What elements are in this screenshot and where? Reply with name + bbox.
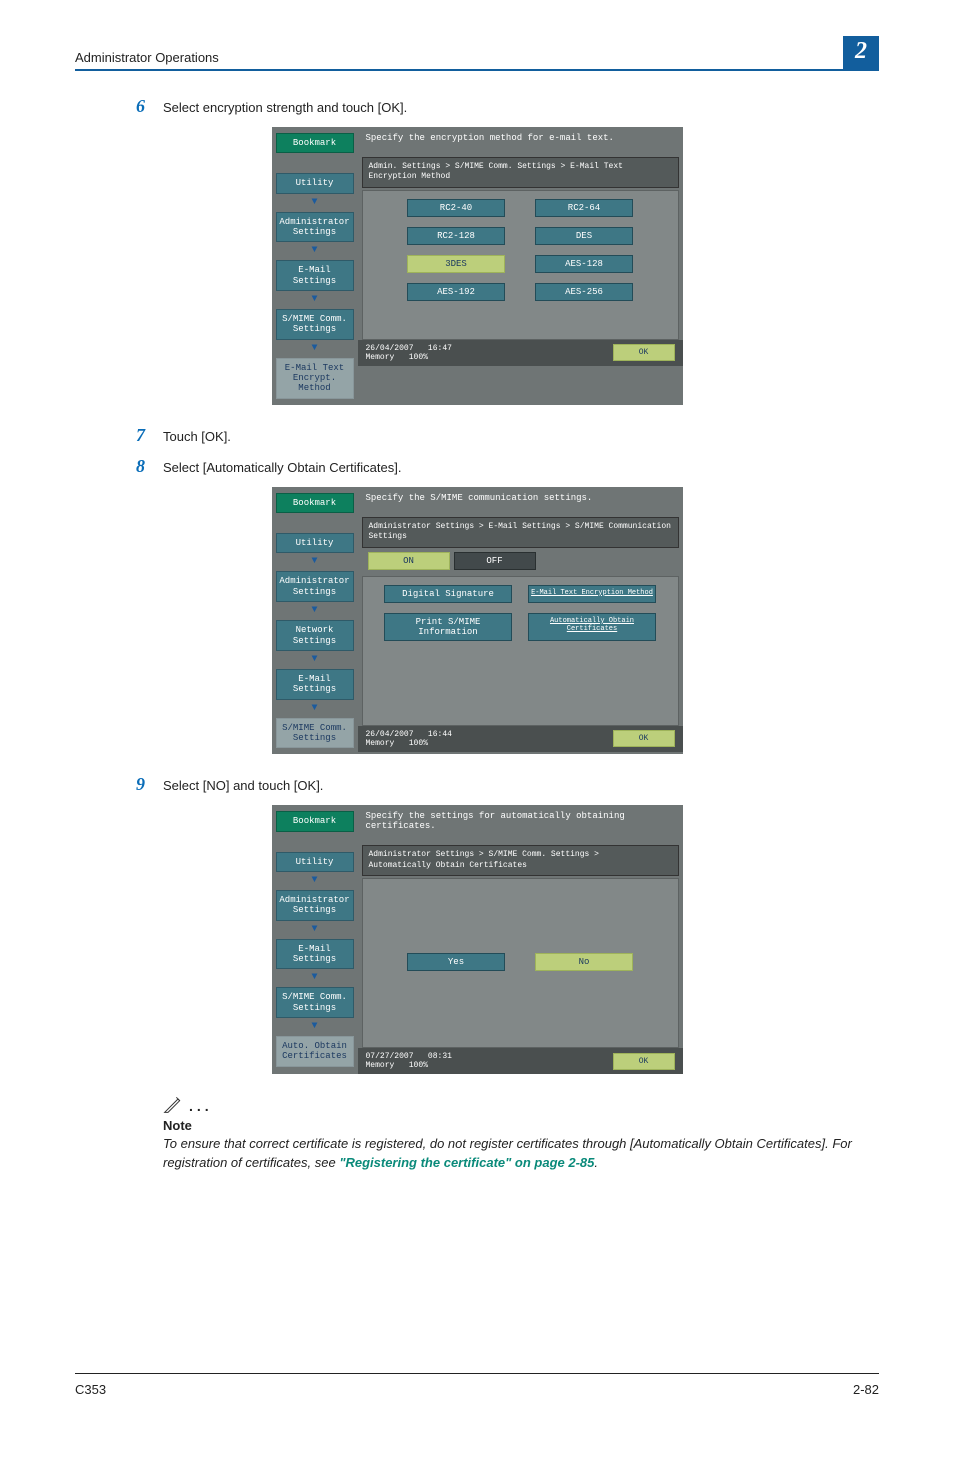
page-footer-model: C353: [75, 1382, 106, 1397]
sidebar-item-utility[interactable]: Utility: [276, 173, 354, 193]
option-aes-192[interactable]: AES-192: [407, 283, 505, 301]
ok-button[interactable]: OK: [613, 344, 675, 361]
sidebar-item-network-settings[interactable]: Network Settings: [276, 620, 354, 651]
option-rc2-64[interactable]: RC2-64: [535, 199, 633, 217]
option-rc2-128[interactable]: RC2-128: [407, 227, 505, 245]
chevron-down-icon: ▼: [276, 606, 354, 616]
chevron-down-icon: ▼: [276, 198, 354, 208]
note-link[interactable]: "Registering the certificate" on page 2-…: [339, 1155, 594, 1170]
on-button[interactable]: ON: [368, 552, 450, 570]
sidebar-item-utility[interactable]: Utility: [276, 533, 354, 553]
lcd-panel-encryption-method: Bookmark Utility ▼ Administrator Setting…: [272, 127, 683, 405]
option-print-smime-info[interactable]: Print S/MIME Information: [384, 613, 512, 641]
step-number: 8: [75, 456, 145, 477]
step-number: 9: [75, 774, 145, 795]
note-icon: [163, 1094, 183, 1114]
bookmark-button[interactable]: Bookmark: [276, 133, 354, 153]
sidebar-item-auto-obtain-certs[interactable]: Auto. Obtain Certificates: [276, 1036, 354, 1067]
instruction-text: Specify the settings for automatically o…: [358, 805, 683, 845]
off-button[interactable]: OFF: [454, 552, 536, 570]
breadcrumb: Administrator Settings > E-Mail Settings…: [362, 517, 679, 548]
instruction-text: Specify the S/MIME communication setting…: [358, 487, 683, 517]
header-title: Administrator Operations: [75, 50, 219, 65]
footer-date-time: 26/04/2007 16:47 Memory 100%: [366, 344, 452, 362]
step-text: Touch [OK].: [163, 425, 231, 446]
note-heading: Note: [163, 1118, 879, 1133]
ok-button[interactable]: OK: [613, 1053, 675, 1070]
bookmark-button[interactable]: Bookmark: [276, 811, 354, 831]
sidebar-item-email-settings[interactable]: E-Mail Settings: [276, 260, 354, 291]
option-aes-256[interactable]: AES-256: [535, 283, 633, 301]
footer-date-time: 26/04/2007 16:44 Memory 100%: [366, 730, 452, 748]
sidebar-item-admin-settings[interactable]: Administrator Settings: [276, 890, 354, 921]
page-footer-number: 2-82: [853, 1382, 879, 1397]
sidebar-item-utility[interactable]: Utility: [276, 852, 354, 872]
step-number: 7: [75, 425, 145, 446]
chevron-down-icon: ▼: [276, 246, 354, 256]
chevron-down-icon: ▼: [276, 344, 354, 354]
step-text: Select [NO] and touch [OK].: [163, 774, 323, 795]
chevron-down-icon: ▼: [276, 557, 354, 567]
no-button[interactable]: No: [535, 953, 633, 971]
breadcrumb: Admin. Settings > S/MIME Comm. Settings …: [362, 157, 679, 188]
chevron-down-icon: ▼: [276, 973, 354, 983]
breadcrumb: Administrator Settings > S/MIME Comm. Se…: [362, 845, 679, 876]
option-auto-obtain-certs[interactable]: Automatically Obtain Certificates: [528, 613, 656, 641]
chevron-down-icon: ▼: [276, 704, 354, 714]
lcd-panel-smime-comm: Bookmark Utility ▼ Administrator Setting…: [272, 487, 683, 754]
yes-button[interactable]: Yes: [407, 953, 505, 971]
chapter-number: 2: [843, 36, 879, 71]
footer-date-time: 07/27/2007 08:31 Memory 100%: [366, 1052, 452, 1070]
sidebar-item-smime-settings[interactable]: S/MIME Comm. Settings: [276, 309, 354, 340]
option-aes-128[interactable]: AES-128: [535, 255, 633, 273]
step-number: 6: [75, 96, 145, 117]
sidebar-item-admin-settings[interactable]: Administrator Settings: [276, 571, 354, 602]
lcd-panel-auto-obtain: Bookmark Utility ▼ Administrator Setting…: [272, 805, 683, 1074]
sidebar-item-email-settings[interactable]: E-Mail Settings: [276, 669, 354, 700]
option-rc2-40[interactable]: RC2-40: [407, 199, 505, 217]
chevron-down-icon: ▼: [276, 655, 354, 665]
chevron-down-icon: ▼: [276, 925, 354, 935]
step-text: Select encryption strength and touch [OK…: [163, 96, 407, 117]
sidebar-item-email-settings[interactable]: E-Mail Settings: [276, 939, 354, 970]
sidebar-item-admin-settings[interactable]: Administrator Settings: [276, 212, 354, 243]
chevron-down-icon: ▼: [276, 295, 354, 305]
option-digital-signature[interactable]: Digital Signature: [384, 585, 512, 603]
sidebar-item-email-text-encrypt[interactable]: E-Mail Text Encrypt. Method: [276, 358, 354, 399]
chevron-down-icon: ▼: [276, 1022, 354, 1032]
chevron-down-icon: ▼: [276, 876, 354, 886]
step-text: Select [Automatically Obtain Certificate…: [163, 456, 401, 477]
note-body: To ensure that correct certificate is re…: [163, 1135, 879, 1173]
instruction-text: Specify the encryption method for e-mail…: [358, 127, 683, 157]
option-3des[interactable]: 3DES: [407, 255, 505, 273]
bookmark-button[interactable]: Bookmark: [276, 493, 354, 513]
ok-button[interactable]: OK: [613, 730, 675, 747]
option-email-text-encrypt[interactable]: E-Mail Text Encryption Method: [528, 585, 656, 603]
sidebar-item-smime-settings[interactable]: S/MIME Comm. Settings: [276, 987, 354, 1018]
sidebar-item-smime-comm[interactable]: S/MIME Comm. Settings: [276, 718, 354, 749]
option-des[interactable]: DES: [535, 227, 633, 245]
note-dots: ...: [189, 1098, 213, 1114]
